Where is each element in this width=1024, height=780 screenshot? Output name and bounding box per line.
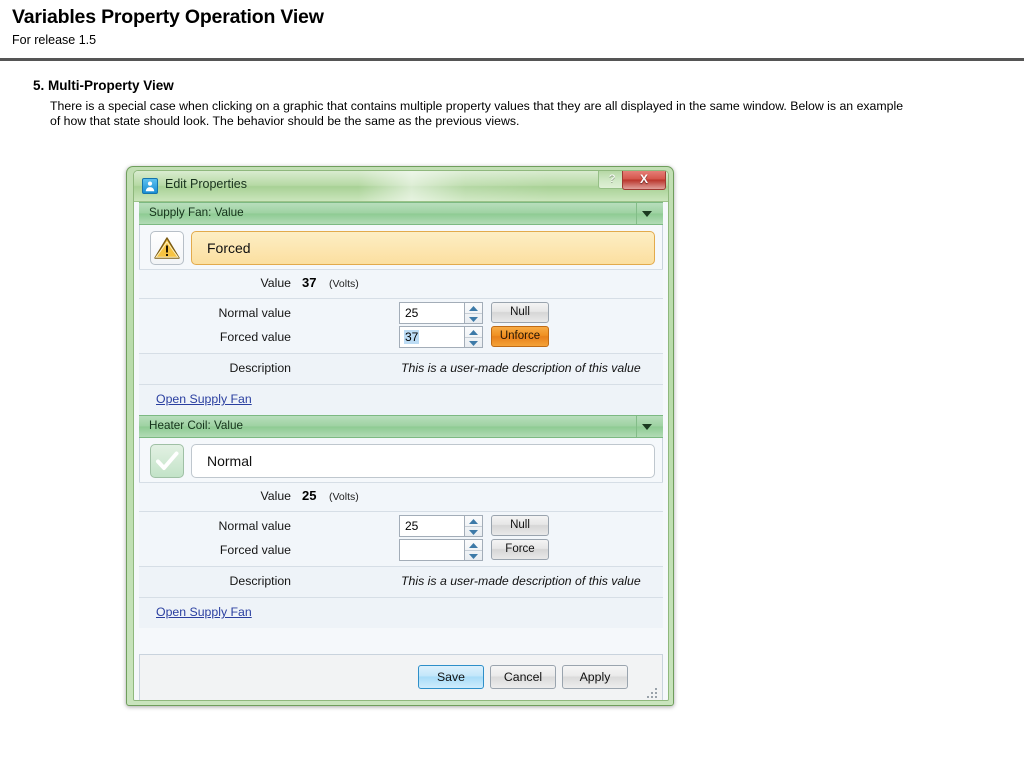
null-button[interactable]: Null — [491, 302, 549, 323]
stepper-buttons[interactable] — [464, 540, 482, 560]
chevron-down-icon[interactable] — [636, 416, 657, 437]
description-row-heater-coil: Description This is a user-made descript… — [139, 567, 663, 598]
status-field-heater-coil: Normal — [191, 444, 655, 478]
dialog-inner: Edit Properties ? X Supply Fan: Value Fo… — [133, 170, 669, 701]
open-supply-fan-link[interactable]: Open Supply Fan — [156, 392, 252, 406]
forced-value-row: Forced value 37 Unforce — [139, 326, 663, 350]
normal-value-label: Normal value — [218, 519, 291, 533]
stepper-down-icon[interactable] — [465, 527, 482, 537]
normal-value-row: Normal value 25 Null — [139, 515, 663, 539]
value-row-supply-fan: Value 37 (Volts) — [139, 269, 663, 299]
stepper-up-icon[interactable] — [465, 327, 482, 338]
check-mark-icon — [150, 444, 184, 478]
dialog-titlebar[interactable]: Edit Properties ? X — [134, 171, 668, 202]
forced-value-label: Forced value — [219, 543, 291, 557]
stepper-up-icon[interactable] — [465, 540, 482, 551]
stepper-up-icon[interactable] — [465, 516, 482, 527]
description-text: This is a user-made description of this … — [401, 574, 641, 588]
description-row-supply-fan: Description This is a user-made descript… — [139, 354, 663, 385]
warning-triangle-icon — [150, 231, 184, 265]
resize-grip[interactable] — [646, 686, 658, 698]
normal-value-stepper[interactable]: 25 — [399, 302, 483, 324]
value-label: Value — [260, 489, 291, 503]
stepper-up-icon[interactable] — [465, 303, 482, 314]
null-button[interactable]: Null — [491, 515, 549, 536]
value-unit: (Volts) — [329, 491, 359, 503]
open-supply-fan-link[interactable]: Open Supply Fan — [156, 605, 252, 619]
section-heading: 5. Multi-Property View — [33, 78, 174, 93]
dialog-footer: Save Cancel Apply — [139, 654, 663, 700]
forced-value-stepper[interactable]: 37 — [399, 326, 483, 348]
description-label: Description — [229, 361, 291, 375]
link-row-heater-coil: Open Supply Fan — [139, 598, 663, 628]
link-row-supply-fan: Open Supply Fan — [139, 385, 663, 415]
cancel-button[interactable]: Cancel — [490, 665, 556, 689]
unforce-button[interactable]: Unforce — [491, 326, 549, 347]
normal-value-label: Normal value — [218, 306, 291, 320]
value-row-heater-coil: Value 25 (Volts) — [139, 482, 663, 512]
status-row-heater-coil: Normal — [140, 438, 662, 482]
forced-value-stepper[interactable] — [399, 539, 483, 561]
value-unit: (Volts) — [329, 278, 359, 290]
apply-button[interactable]: Apply — [562, 665, 628, 689]
value-label: Value — [260, 276, 291, 290]
status-row-supply-fan: Forced — [140, 225, 662, 269]
group-header-heater-coil[interactable]: Heater Coil: Value — [139, 415, 663, 438]
forced-value-input[interactable]: 37 — [404, 330, 420, 344]
description-label: Description — [229, 574, 291, 588]
person-badge-icon — [142, 178, 158, 194]
group-header-supply-fan[interactable]: Supply Fan: Value — [139, 202, 663, 225]
normal-value-input[interactable]: 25 — [404, 519, 419, 533]
value-number: 37 — [302, 275, 317, 290]
group-header-label: Supply Fan: Value — [149, 206, 244, 219]
page-subtitle: For release 1.5 — [12, 33, 97, 47]
force-button[interactable]: Force — [491, 539, 549, 560]
stepper-buttons[interactable] — [464, 327, 482, 347]
stepper-down-icon[interactable] — [465, 551, 482, 561]
value-number: 25 — [302, 488, 317, 503]
normal-value-row: Normal value 25 Null — [139, 302, 663, 326]
section-paragraph: There is a special case when clicking on… — [50, 99, 904, 128]
normal-value-input[interactable]: 25 — [404, 306, 419, 320]
chevron-down-icon[interactable] — [636, 203, 657, 224]
stepper-down-icon[interactable] — [465, 338, 482, 348]
document-header: Variables Property Operation View For re… — [0, 0, 1024, 61]
forced-value-label: Forced value — [219, 330, 291, 344]
dialog-title: Edit Properties — [165, 177, 247, 191]
property-section-supply-fan: Supply Fan: Value Forced Value 37 (Volts… — [139, 202, 663, 415]
edit-block-heater-coil: Normal value 25 Null Forced value Force — [139, 512, 663, 567]
status-text: Forced — [207, 240, 251, 256]
stepper-buttons[interactable] — [464, 303, 482, 323]
group-header-label: Heater Coil: Value — [149, 419, 243, 432]
dialog-client-area: Supply Fan: Value Forced Value 37 (Volts… — [134, 202, 668, 700]
stepper-buttons[interactable] — [464, 516, 482, 536]
status-text: Normal — [207, 453, 253, 469]
property-section-heater-coil: Heater Coil: Value Normal Value 25 (Volt… — [139, 415, 663, 628]
stepper-down-icon[interactable] — [465, 314, 482, 324]
forced-value-row: Forced value Force — [139, 539, 663, 563]
page-title: Variables Property Operation View — [12, 6, 324, 28]
status-field-supply-fan: Forced — [191, 231, 655, 265]
edit-block-supply-fan: Normal value 25 Null Forced value 37 Unf… — [139, 299, 663, 354]
normal-value-stepper[interactable]: 25 — [399, 515, 483, 537]
close-icon[interactable]: X — [622, 171, 666, 190]
description-text: This is a user-made description of this … — [401, 361, 641, 375]
edit-properties-dialog: Edit Properties ? X Supply Fan: Value Fo… — [126, 166, 674, 706]
save-button[interactable]: Save — [418, 665, 484, 689]
